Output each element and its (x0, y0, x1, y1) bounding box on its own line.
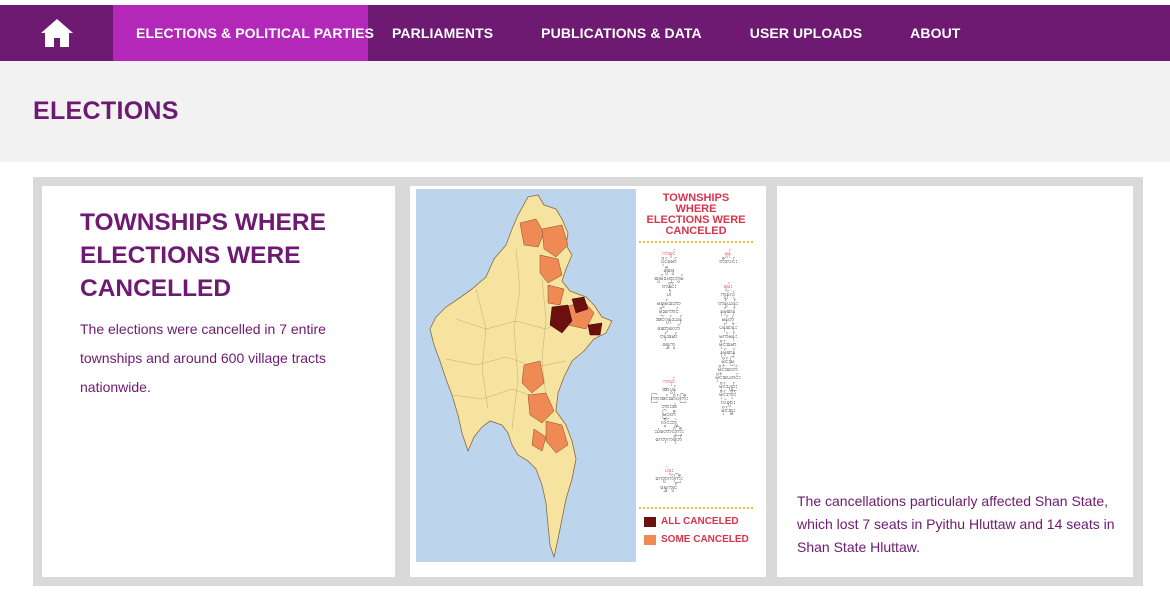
legend-list-left-1: ကချင် ပိုင်မော် ချီဖွေ ဆွမ်းပရာဘွမ် တနို… (654, 251, 684, 349)
legend-divider-top (639, 241, 753, 243)
legend-list-right-2: ရှမ်း ကွန်လုံ တန့်ယန်း နမ့်ဆန် မန်တုံ ပန… (715, 284, 741, 415)
info-card-left: TOWNSHIPS WHERE ELECTIONS WERE CANCELLED… (42, 186, 395, 577)
card-body: The cancellations particularly affected … (797, 493, 1115, 555)
myanmar-map (429, 194, 613, 559)
map-land (429, 194, 613, 559)
info-card-right: The cancellations particularly affected … (777, 186, 1133, 577)
page-title: ELECTIONS (33, 97, 179, 125)
legend-list-left-2: ကရင် အာပွန် ကြာအင်းဆိပ်ကြီး ဘားအံ မြဝတီ … (650, 379, 688, 444)
home-icon (40, 19, 73, 47)
card-heading: TOWNSHIPS WHERE ELECTIONS WERE CANCELLED (80, 209, 326, 302)
nav-about[interactable]: ABOUT (886, 5, 984, 61)
nav-publications-data[interactable]: PUBLICATIONS & DATA (517, 5, 726, 61)
swatch-all-canceled (644, 516, 656, 527)
main-nav: ELECTIONS & POLITICAL PARTIES PARLIAMENT… (0, 5, 1170, 61)
map-card: TOWNSHIPS WHERE ELECTIONS WERE CANCELED … (410, 186, 766, 577)
legend-list-right-1: မွန် ဘီးလင်း (719, 251, 737, 266)
map-legend: TOWNSHIPS WHERE ELECTIONS WERE CANCELED … (636, 189, 756, 562)
legend-divider-bottom (639, 507, 753, 509)
legend-title: TOWNSHIPS WHERE ELECTIONS WERE CANCELED (646, 192, 746, 237)
nav-user-uploads[interactable]: USER UPLOADS (726, 5, 886, 61)
legend-key-some: SOME CANCELED (644, 534, 749, 545)
swatch-some-canceled (644, 534, 656, 545)
legend-key-all: ALL CANCELED (644, 516, 739, 527)
map-infographic: TOWNSHIPS WHERE ELECTIONS WERE CANCELED … (416, 189, 756, 562)
nav-elections-political-parties[interactable]: ELECTIONS & POLITICAL PARTIES (113, 5, 374, 61)
legend-list-left-3: ပဲခူး ကျောက်ကြီး ရွှေကျင် (655, 468, 683, 491)
card-body: The elections were cancelled in 7 entire… (80, 321, 326, 395)
content-panel: TOWNSHIPS WHERE ELECTIONS WERE CANCELLED… (33, 177, 1143, 586)
page-header: ELECTIONS (0, 61, 1170, 162)
map-water (416, 189, 636, 562)
nav-parliaments[interactable]: PARLIAMENTS (368, 5, 517, 61)
home-button[interactable] (0, 5, 113, 61)
